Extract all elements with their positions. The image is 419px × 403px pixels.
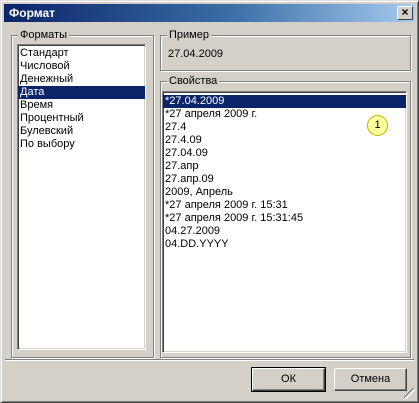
title-bar[interactable]: Формат × — [4, 4, 415, 22]
dialog-title: Формат — [9, 6, 56, 20]
button-separator — [5, 359, 414, 361]
format-item-boolean[interactable]: Булевский — [18, 125, 145, 138]
property-item[interactable]: 2009, Апрель — [163, 186, 406, 199]
example-group-label: Пример — [167, 28, 211, 42]
format-item-standard[interactable]: Стандарт — [18, 47, 145, 60]
ok-button[interactable]: ОК — [251, 367, 326, 392]
cancel-button[interactable]: Отмена — [334, 368, 407, 391]
close-icon: × — [401, 5, 409, 19]
properties-group: Свойства *27.04.2009 *27 апреля 2009 г. … — [160, 74, 411, 358]
property-item[interactable]: 04.27.2009 — [163, 225, 406, 238]
close-button[interactable]: × — [397, 6, 413, 20]
format-item-time[interactable]: Время — [18, 99, 145, 112]
format-item-date[interactable]: Дата — [18, 86, 145, 99]
property-item[interactable]: 27.апр — [163, 160, 406, 173]
formats-list[interactable]: Стандарт Числовой Денежный Дата Время Пр… — [17, 44, 146, 350]
format-dialog: Формат × Форматы Стандарт Числовой Денеж… — [0, 0, 419, 403]
example-group: Пример 27.04.2009 — [160, 28, 411, 71]
format-item-percent[interactable]: Процентный — [18, 112, 145, 125]
property-item[interactable]: 27.4.09 — [163, 134, 406, 147]
property-item[interactable]: 04.DD.YYYY — [163, 238, 406, 251]
formats-group-label: Форматы — [18, 28, 69, 42]
property-item[interactable]: 27.апр.09 — [163, 173, 406, 186]
properties-group-label: Свойства — [167, 74, 220, 88]
format-item-currency[interactable]: Денежный — [18, 73, 145, 86]
property-item[interactable]: 27.04.09 — [163, 147, 406, 160]
property-item[interactable]: *27.04.2009 — [163, 95, 406, 108]
resize-grip-icon[interactable] — [404, 388, 415, 399]
property-item[interactable]: *27 апреля 2009 г. 15:31:45 — [163, 212, 406, 225]
property-item[interactable]: *27 апреля 2009 г. 15:31 — [163, 199, 406, 212]
callout-marker-1: 1 — [367, 115, 388, 136]
example-value: 27.04.2009 — [168, 48, 224, 60]
formats-group: Форматы Стандарт Числовой Денежный Дата … — [11, 28, 154, 358]
format-item-numeric[interactable]: Числовой — [18, 60, 145, 73]
format-item-custom[interactable]: По выбору — [18, 138, 145, 151]
